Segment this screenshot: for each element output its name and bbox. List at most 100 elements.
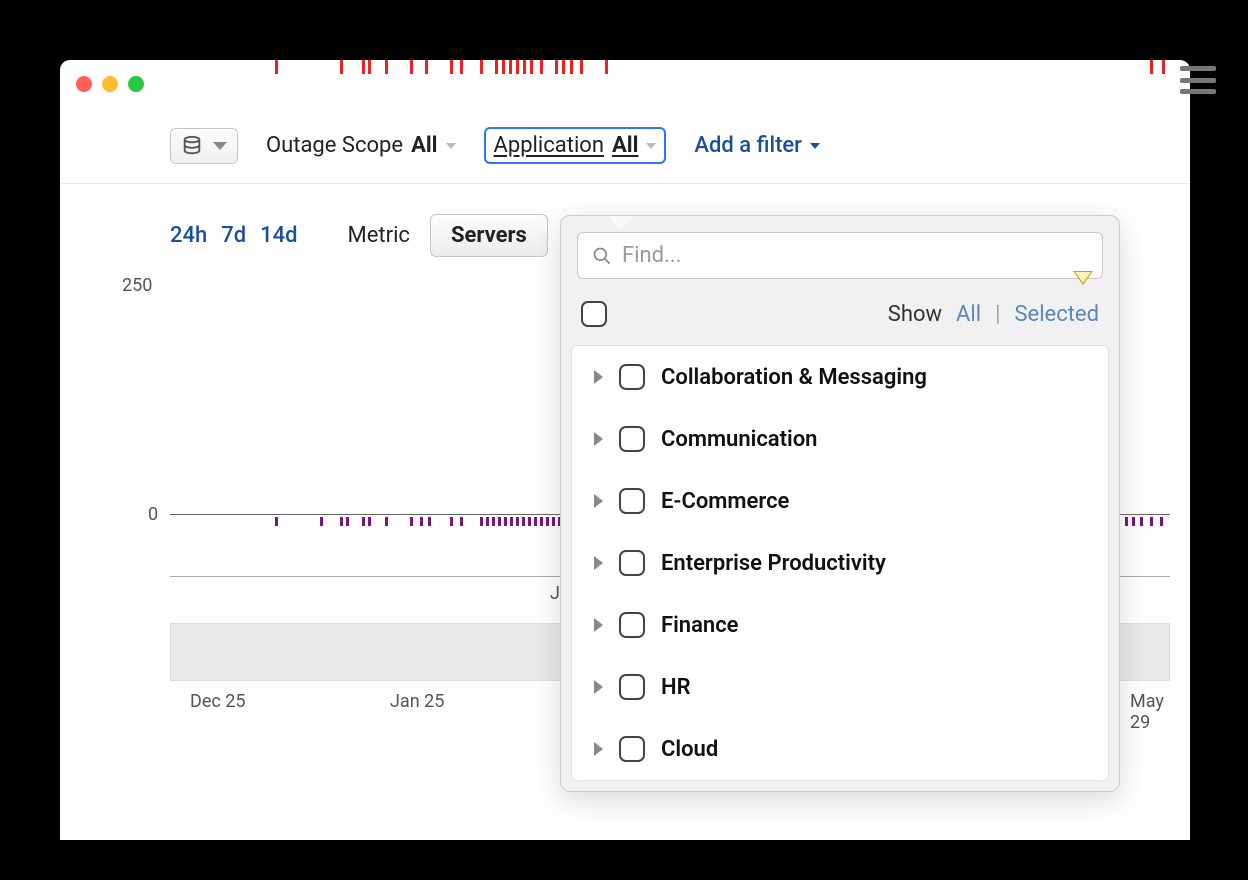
window-zoom-icon[interactable] xyxy=(128,76,144,92)
dropdown-item[interactable]: E-Commerce xyxy=(572,470,1108,532)
chart-bar xyxy=(275,60,278,74)
data-source-select[interactable] xyxy=(170,128,238,164)
item-checkbox[interactable] xyxy=(619,364,645,390)
chart-bar xyxy=(480,60,483,74)
show-all-link[interactable]: All xyxy=(956,302,981,327)
chart-bar xyxy=(425,60,428,74)
expand-icon[interactable] xyxy=(594,556,603,570)
titlebar xyxy=(60,60,1190,108)
event-tick xyxy=(1160,517,1163,526)
caret-down-icon xyxy=(446,143,456,149)
metric-servers-button[interactable]: Servers xyxy=(430,214,548,257)
item-checkbox[interactable] xyxy=(619,426,645,452)
dropdown-search xyxy=(577,232,1103,279)
expand-icon[interactable] xyxy=(594,494,603,508)
show-selected-link[interactable]: Selected xyxy=(1014,302,1099,327)
item-checkbox[interactable] xyxy=(619,550,645,576)
event-tick xyxy=(486,517,489,526)
chart-bar xyxy=(523,60,526,74)
chart-bar xyxy=(580,60,583,74)
expand-icon[interactable] xyxy=(594,370,603,384)
chart-bar xyxy=(495,60,498,74)
window-minimize-icon[interactable] xyxy=(102,76,118,92)
event-tick xyxy=(498,517,501,526)
event-tick xyxy=(1125,517,1128,526)
item-checkbox[interactable] xyxy=(619,488,645,514)
hamburger-menu-icon[interactable] xyxy=(1180,66,1216,94)
app-window: Outage Scope All Application All Add a f… xyxy=(60,60,1190,840)
range-7d[interactable]: 7d xyxy=(221,223,246,248)
item-checkbox[interactable] xyxy=(619,612,645,638)
dropdown-item[interactable]: Communication xyxy=(572,408,1108,470)
chart-bar xyxy=(555,60,558,74)
add-filter-label: Add a filter xyxy=(694,133,802,158)
filter-bar: Outage Scope All Application All Add a f… xyxy=(60,108,1190,184)
x-axis-tick: Dec 25 xyxy=(190,691,245,712)
event-tick xyxy=(410,517,413,526)
filter-value: All xyxy=(612,133,638,158)
filter-label: Application xyxy=(494,133,604,158)
dropdown-item[interactable]: Collaboration & Messaging xyxy=(572,346,1108,408)
outage-scope-filter[interactable]: Outage Scope All xyxy=(266,133,456,158)
application-filter-dropdown: Show All | Selected Collaboration & Mess… xyxy=(560,215,1120,792)
chart-bar xyxy=(368,60,371,74)
event-tick xyxy=(320,517,323,526)
event-tick xyxy=(540,517,543,526)
event-tick xyxy=(275,517,278,526)
dropdown-item-label: Enterprise Productivity xyxy=(661,551,886,576)
dropdown-item-label: HR xyxy=(661,675,691,700)
chart-bar xyxy=(530,60,533,74)
caret-down-icon xyxy=(810,143,820,149)
expand-icon[interactable] xyxy=(594,618,603,632)
chart-bar xyxy=(1150,60,1153,74)
add-filter-button[interactable]: Add a filter xyxy=(694,133,820,158)
chart-bar xyxy=(410,60,413,74)
application-filter[interactable]: Application All xyxy=(484,127,667,164)
search-icon xyxy=(592,246,612,266)
y-axis-tick: 250 xyxy=(122,275,152,296)
chart-bar xyxy=(516,60,519,74)
event-tick xyxy=(1132,517,1135,526)
dropdown-item[interactable]: Finance xyxy=(572,594,1108,656)
filter-label: Outage Scope xyxy=(266,133,403,158)
item-checkbox[interactable] xyxy=(619,674,645,700)
filter-value: All xyxy=(411,133,437,158)
event-tick xyxy=(346,517,349,526)
event-tick xyxy=(1150,517,1153,526)
expand-icon[interactable] xyxy=(594,680,603,694)
event-tick xyxy=(385,517,388,526)
event-tick xyxy=(492,517,495,526)
event-tick xyxy=(368,517,371,526)
event-tick xyxy=(460,517,463,526)
expand-icon[interactable] xyxy=(594,432,603,446)
event-tick xyxy=(420,517,423,526)
range-14d[interactable]: 14d xyxy=(260,223,297,248)
dropdown-list: Collaboration & Messaging Communication E-… xyxy=(571,345,1109,781)
event-tick xyxy=(552,517,555,526)
event-tick xyxy=(450,517,453,526)
select-all-checkbox[interactable] xyxy=(581,301,607,327)
dropdown-item[interactable]: Cloud xyxy=(572,718,1108,780)
event-tick xyxy=(480,517,483,526)
chart-bar xyxy=(450,60,453,74)
chart-bar xyxy=(1162,60,1165,74)
item-checkbox[interactable] xyxy=(619,736,645,762)
event-tick xyxy=(534,517,537,526)
dropdown-search-input[interactable] xyxy=(622,243,1088,268)
expand-icon[interactable] xyxy=(594,742,603,756)
chart-bar xyxy=(540,60,543,74)
dropdown-item[interactable]: Enterprise Productivity xyxy=(572,532,1108,594)
dropdown-item[interactable]: HR xyxy=(572,656,1108,718)
dropdown-item-label: Finance xyxy=(661,613,739,638)
chart-bar xyxy=(562,60,565,74)
chart-bar xyxy=(460,60,463,74)
event-tick xyxy=(516,517,519,526)
event-tick xyxy=(362,517,365,526)
range-24h[interactable]: 24h xyxy=(170,223,207,248)
time-range-picker: 24h 7d 14d xyxy=(170,223,298,248)
event-tick xyxy=(510,517,513,526)
dropdown-item-label: Collaboration & Messaging xyxy=(661,365,927,390)
window-close-icon[interactable] xyxy=(76,76,92,92)
dropdown-item-label: E-Commerce xyxy=(661,489,789,514)
show-label: Show xyxy=(888,302,942,327)
